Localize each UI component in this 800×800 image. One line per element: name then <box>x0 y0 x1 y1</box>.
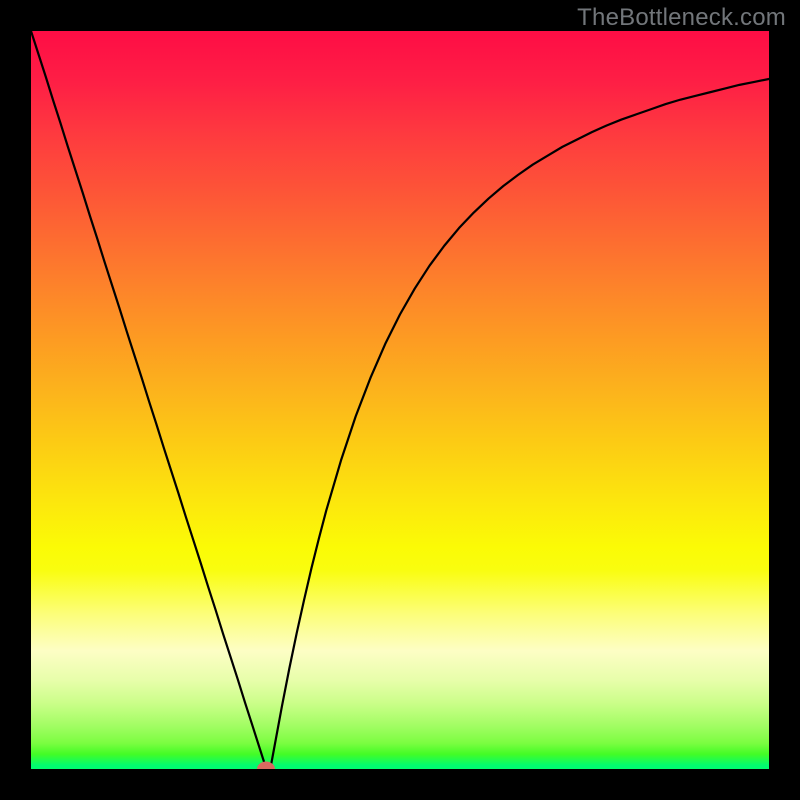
watermark-text: TheBottleneck.com <box>577 4 786 32</box>
plot-area <box>31 31 769 769</box>
bottleneck-curve <box>31 31 769 769</box>
curve-layer <box>31 31 769 769</box>
chart-container: TheBottleneck.com <box>0 0 800 800</box>
